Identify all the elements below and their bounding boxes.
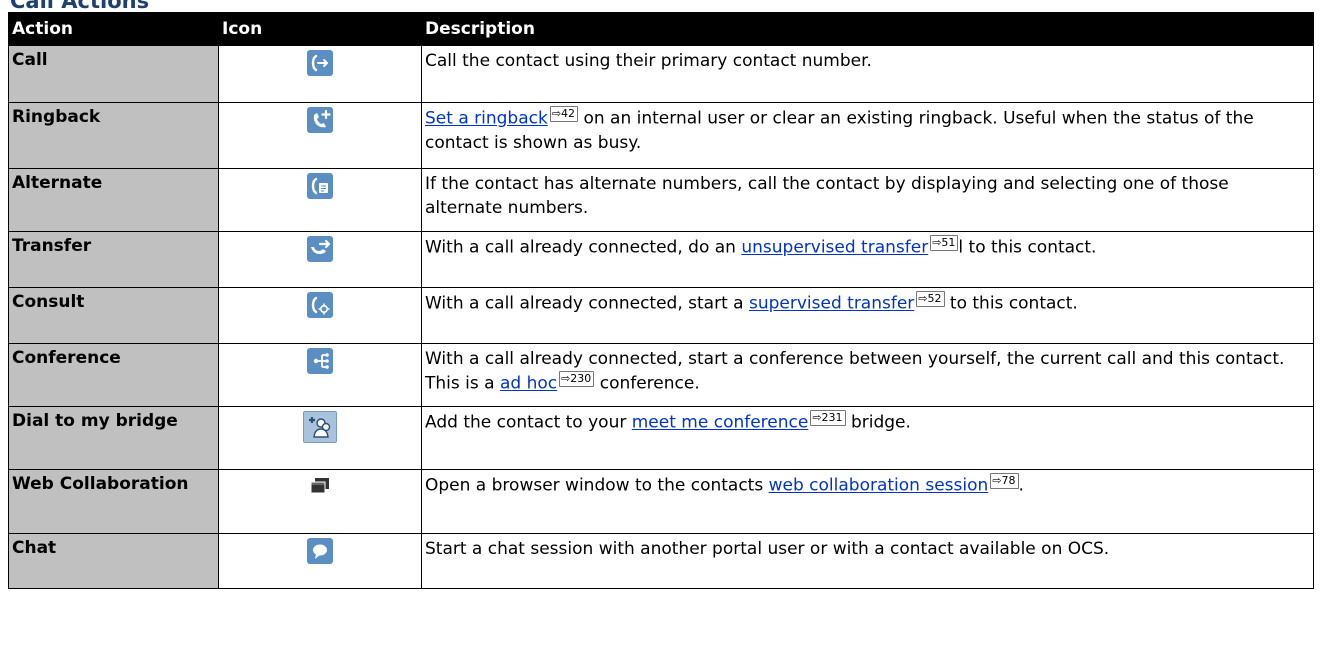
icon-cell [218,406,422,470]
description-text: Start a chat session with another portal… [425,539,1110,559]
description-text: l to this contact. [958,237,1097,258]
table-row: Dial to my bridge Add the contact to you… [8,406,1314,470]
icon-cell [218,45,422,103]
transfer-icon [307,236,333,262]
icon-cell [218,102,422,169]
call-arrow-icon [307,50,333,76]
icon-cell [218,287,422,344]
description-text: . [1018,475,1024,496]
chat-bubble-icon [307,538,333,564]
description: Start a chat session with another portal… [421,533,1314,589]
supervised-transfer-link[interactable]: supervised transfer [749,294,914,314]
icon-cell [218,343,422,407]
ringback-icon [307,107,333,133]
conference-icon [307,348,333,374]
meet-me-conference-link[interactable]: meet me conference [632,413,809,433]
description-text: If the contact has alternate numbers, ca… [425,174,1229,218]
action-name: Transfer [8,231,219,288]
action-name: Call [8,45,219,103]
consult-icon [307,292,333,318]
header-row: Action Icon Description [8,12,1314,46]
description-text: With a call already connected, start a [425,293,749,314]
icon-cell [218,469,422,534]
alternate-number-icon [307,173,333,199]
ad-hoc-link[interactable]: ad hoc [500,374,557,394]
table-row: Ringback Set a ringback ⇨42 on an interna… [8,102,1314,169]
page-reference[interactable]: ⇨52 [916,291,945,307]
action-name: Dial to my bridge [8,406,219,470]
dial-to-bridge-icon [303,411,337,443]
action-name: Web Collaboration [8,469,219,534]
description-text: bridge. [845,412,911,433]
description: Open a browser window to the contacts we… [421,469,1314,534]
action-name: Conference [8,343,219,407]
description: Set a ringback ⇨42 on an internal user or… [421,102,1314,169]
table-row: Conference With a call already connected… [8,343,1314,407]
description-text: conference. [594,373,700,394]
header-icon: Icon [218,12,422,46]
table-row: Consult With a call already connected, s… [8,287,1314,344]
table-row: Call Call the contact using their primar… [8,45,1314,103]
header-action: Action [8,12,219,46]
web-collaboration-icon [307,474,333,500]
action-name: Ringback [8,102,219,169]
description: Call the contact using their primary con… [421,45,1314,103]
description: Add the contact to your meet me conferen… [421,406,1314,470]
page-reference[interactable]: ⇨51 [930,235,959,251]
set-ringback-link[interactable]: Set a ringback [425,109,548,129]
description: With a call already connected, start a c… [421,343,1314,407]
table-row: Transfer With a call already connected, … [8,231,1314,288]
icon-cell [218,168,422,232]
description-text: Call the contact using their primary con… [425,51,872,71]
description-text: With a call already connected, do an [425,237,742,258]
header-description: Description [421,12,1314,46]
description-text: Add the contact to your [425,412,632,433]
page-reference[interactable]: ⇨78 [990,473,1019,489]
description: With a call already connected, start a s… [421,287,1314,344]
action-name: Alternate [8,168,219,232]
table-row: Web Collaboration Open a browser window … [8,469,1314,534]
action-name: Consult [8,287,219,344]
icon-cell [218,533,422,589]
page-reference[interactable]: ⇨42 [549,106,579,122]
table-row: Chat Start a chat session with another p… [8,533,1314,589]
unsupervised-transfer-link[interactable]: unsupervised transfer [741,238,928,258]
page-reference[interactable]: ⇨230 [559,371,595,387]
description-text: Open a browser window to the contacts [425,475,769,496]
web-collaboration-session-link[interactable]: web collaboration session [769,476,989,496]
page-reference[interactable]: ⇨231 [810,410,846,426]
call-actions-table: Action Icon Description Call Call the co… [8,12,1314,589]
icon-cell [218,231,422,288]
action-name: Chat [8,533,219,589]
table-row: Alternate If the contact has alternate n… [8,168,1314,232]
description: If the contact has alternate numbers, ca… [421,168,1314,232]
description: With a call already connected, do an uns… [421,231,1314,288]
description-text: to this contact. [944,293,1078,314]
